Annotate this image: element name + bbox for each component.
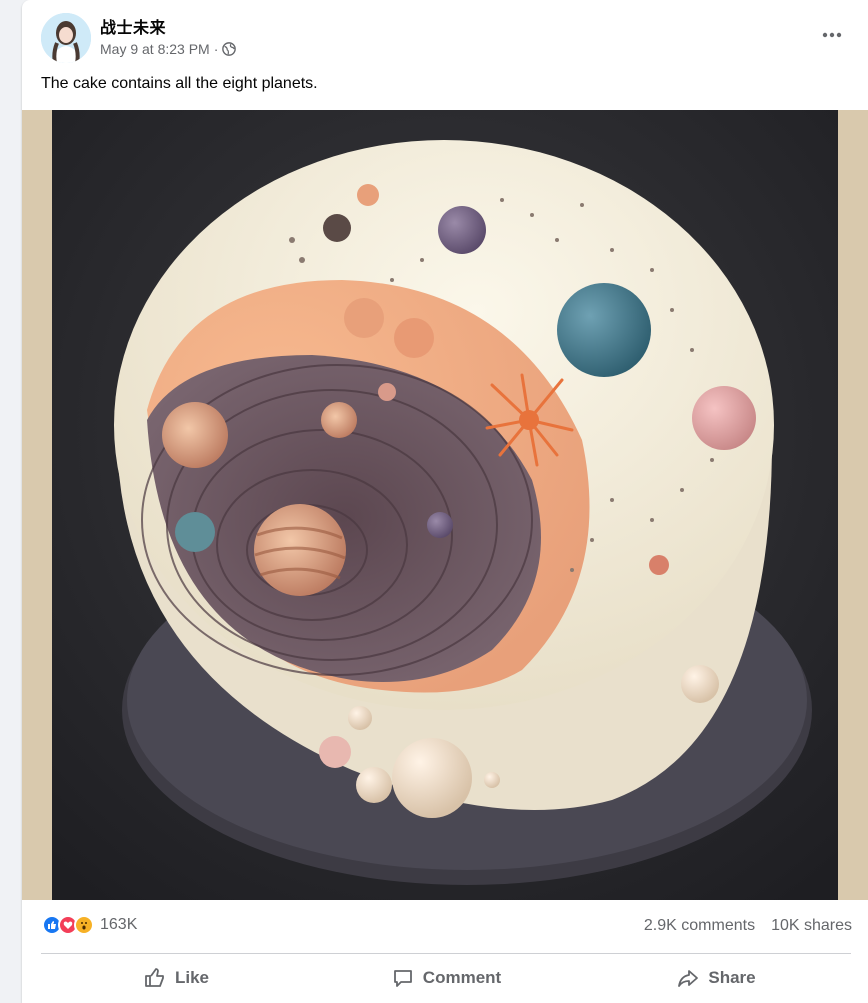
reaction-count[interactable]: 163K xyxy=(100,916,137,934)
feed-post: 战士未来 May 9 at 8:23 PM · The cake contain… xyxy=(22,0,868,1003)
post-media[interactable] xyxy=(22,110,868,900)
comments-count[interactable]: 2.9K comments xyxy=(644,917,755,935)
more-options-icon xyxy=(822,32,842,38)
like-label: Like xyxy=(174,968,210,987)
actions-divider xyxy=(41,953,851,954)
post-stats: 163K 2.9K comments 10K shares xyxy=(22,905,868,949)
post-caption: The cake contains all the eight planets. xyxy=(41,75,318,92)
post-timestamp[interactable]: May 9 at 8:23 PM xyxy=(100,41,210,57)
avatar-image xyxy=(41,13,91,63)
comment-label: Comment xyxy=(422,968,502,987)
author-avatar[interactable] xyxy=(41,13,91,63)
engagement-stats: 2.9K comments 10K shares xyxy=(644,917,852,935)
meta-separator: · xyxy=(213,41,219,57)
share-label: Share xyxy=(708,968,756,987)
comment-icon xyxy=(393,970,412,987)
thumbs-up-icon xyxy=(145,968,164,987)
like-button[interactable]: Like xyxy=(41,956,311,1000)
reactions-summary[interactable]: 163K xyxy=(42,915,137,935)
share-icon xyxy=(678,970,699,987)
author-name[interactable]: 战士未来 xyxy=(100,14,166,38)
post-header: 战士未来 May 9 at 8:23 PM · xyxy=(22,0,868,70)
globe-icon xyxy=(222,42,237,56)
post-meta: May 9 at 8:23 PM · xyxy=(100,41,237,57)
wow-reaction-icon xyxy=(74,915,94,935)
comment-button[interactable]: Comment xyxy=(311,956,581,1000)
shares-count[interactable]: 10K shares xyxy=(771,917,852,935)
share-button[interactable]: Share xyxy=(581,956,851,1000)
post-actions: Like Comment Share xyxy=(41,956,851,1000)
cake-photo[interactable] xyxy=(52,110,838,900)
more-options-button[interactable] xyxy=(814,20,850,50)
